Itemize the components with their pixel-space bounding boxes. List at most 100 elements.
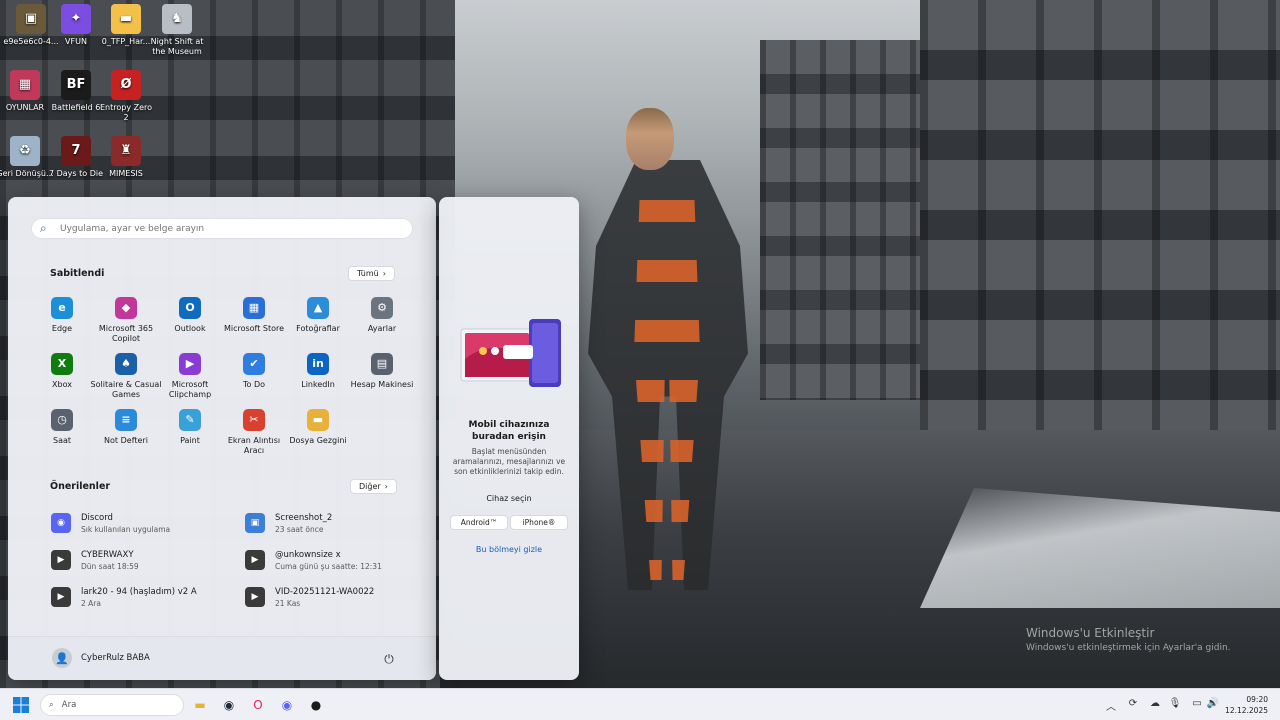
pinned-app[interactable]: ▲ Fotoğraflar	[282, 297, 354, 334]
xbox-icon: X	[51, 353, 73, 375]
video-file-icon: ▶	[51, 550, 71, 570]
start-search-box[interactable]: ⌕	[31, 218, 413, 239]
microphone-icon[interactable]: 🎙	[1168, 698, 1182, 709]
clipchamp-icon: ▶	[179, 353, 201, 375]
winrar-icon: ▦	[10, 70, 40, 100]
iphone-button[interactable]: iPhone®	[510, 515, 568, 530]
pinned-app-label: Not Defteri	[104, 436, 148, 445]
discord-icon: ◉	[51, 513, 71, 533]
pinned-app[interactable]: ▦ Microsoft Store	[218, 297, 290, 334]
pinned-app[interactable]: X Xbox	[26, 353, 98, 390]
github-icon[interactable]: ●	[304, 694, 328, 716]
game-icon: ♞	[162, 4, 192, 34]
calculator-icon: ▤	[371, 353, 393, 375]
recommended-item[interactable]: ▶ @unkownsize x Cuma günü şu saatte: 12:31	[245, 545, 435, 575]
taskbar-search-box[interactable]: ⌕ Ara	[40, 694, 184, 716]
chevron-right-icon: ›	[384, 482, 388, 491]
user-name[interactable]: CyberRulz BABA	[81, 653, 150, 663]
pinned-app-label: Solitaire & Casual Games	[90, 380, 162, 399]
recommended-item[interactable]: ▣ Screenshot_2 23 saat önce	[245, 508, 435, 538]
entropy-icon: Ø	[111, 70, 141, 100]
power-icon[interactable]: ⏻	[380, 650, 398, 668]
more-recommended-button[interactable]: Diğer ›	[350, 479, 397, 494]
pinned-app-label: Microsoft Clipchamp	[168, 380, 212, 399]
start-search-input[interactable]	[60, 223, 400, 234]
folder-icon: ▬	[111, 4, 141, 34]
watermark-title: Windows'u Etkinleştir	[1026, 626, 1155, 640]
recommended-text: @unkownsize x Cuma günü şu saatte: 12:31	[275, 550, 382, 571]
recommended-text: lark20 - 94 (haşladım) v2 A2 Ara	[81, 587, 197, 608]
chevron-right-icon: ›	[382, 269, 386, 278]
pinned-app[interactable]: ≡ Not Defteri	[90, 409, 162, 446]
pinned-app[interactable]: O Outlook	[154, 297, 226, 334]
pinned-app[interactable]: ✂ Ekran Alıntısı Aracı	[218, 409, 290, 456]
snipping-tool-icon: ✂	[243, 409, 265, 431]
recommended-item[interactable]: ▶ CYBERWAXY Dün saat 18:59	[51, 545, 241, 575]
taskbar-clock[interactable]: 09:20 12.12.2025	[1225, 694, 1268, 716]
windows-logo-icon	[13, 697, 29, 713]
pinned-app-label: Fotoğraflar	[296, 324, 340, 333]
notepad-icon: ≡	[115, 409, 137, 431]
pinned-app[interactable]: ▶ Microsoft Clipchamp	[154, 353, 226, 400]
user-avatar[interactable]: 👤	[52, 648, 72, 668]
recommended-name: @unkownsize x	[275, 549, 341, 560]
wallpaper-building-middle	[760, 40, 930, 400]
solitaire-icon: ♠	[115, 353, 137, 375]
hide-panel-link[interactable]: Bu bölmeyi gizle	[439, 545, 579, 554]
pinned-app-label: Outlook	[174, 324, 206, 333]
recommended-text: CYBERWAXY Dün saat 18:59	[81, 550, 139, 571]
pinned-app[interactable]: e Edge	[26, 297, 98, 334]
desktop-icon[interactable]: Ø Entropy Zero 2	[97, 70, 155, 123]
pinned-app[interactable]: ✎ Paint	[154, 409, 226, 446]
recommended-name: VID-20251121-WA0022	[275, 586, 375, 597]
pinned-app[interactable]: in LinkedIn	[282, 353, 354, 390]
file-explorer-icon[interactable]: ▬	[188, 694, 212, 716]
pinned-app-label: Ekran Alıntısı Aracı	[227, 436, 281, 455]
todo-icon: ✔	[243, 353, 265, 375]
pinned-app[interactable]: ▤ Hesap Makinesi	[346, 353, 418, 390]
battlefield-icon: BF	[61, 70, 91, 100]
pinned-app[interactable]: ⚙ Ayarlar	[346, 297, 418, 334]
pinned-app[interactable]: ▬ Dosya Gezgini	[282, 409, 354, 446]
pinned-app[interactable]: ◷ Saat	[26, 409, 98, 446]
pinned-app-label: Microsoft Store	[223, 324, 285, 333]
recommended-text: VID-20251121-WA0022 21 Kas	[275, 587, 374, 608]
onedrive-icon[interactable]: ☁	[1148, 698, 1162, 709]
start-button[interactable]	[9, 694, 33, 716]
pinned-app[interactable]: ♠ Solitaire & Casual Games	[90, 353, 162, 400]
pinned-app-label: Ayarlar	[367, 324, 397, 333]
desktop-icon[interactable]: ▬ 0_TFP_Har...	[97, 4, 155, 47]
taskbar: ⌕ Ara ▬ ◉ O ◉ ● ︿ ⟳ ☁ 🎙 ▭ 🔊 09:20 12.12.2025	[0, 688, 1280, 720]
desktop-icon-label: OYUNLAR	[5, 103, 45, 112]
desktop-icon[interactable]: ♜ MIMESIS	[97, 136, 155, 179]
opera-icon[interactable]: O	[246, 694, 270, 716]
sync-icon[interactable]: ⟳	[1126, 698, 1140, 709]
phone-link-illustration	[460, 319, 561, 387]
pinned-app-label: Microsoft 365 Copilot	[98, 324, 154, 343]
pinned-app-label: Edge	[51, 324, 73, 333]
pinned-app[interactable]: ◆ Microsoft 365 Copilot	[90, 297, 162, 344]
pinned-app-label: To Do	[242, 380, 266, 389]
clock-time: 09:20	[1246, 695, 1268, 704]
steam-icon[interactable]: ◉	[217, 694, 241, 716]
all-apps-button[interactable]: Tümü ›	[348, 266, 395, 281]
phone-link-panel: Mobil cihazınıza buradan erişin Başlat m…	[439, 197, 579, 680]
clock-date: 12.12.2025	[1225, 706, 1268, 715]
recommended-subtitle: Dün saat 18:59	[81, 561, 139, 571]
recommended-item[interactable]: ◉ Discord Sık kullanılan uygulama	[51, 508, 241, 538]
recommended-item[interactable]: ▶ lark20 - 94 (haşladım) v2 A2 Ara	[51, 582, 241, 612]
android-button[interactable]: Android™	[450, 515, 508, 530]
desktop-icon-label: Geri Dönüşü...	[0, 169, 54, 178]
recommended-item[interactable]: ▶ VID-20251121-WA0022 21 Kas	[245, 582, 435, 612]
display-icon[interactable]: ▭	[1190, 698, 1204, 709]
discord-icon[interactable]: ◉	[275, 694, 299, 716]
pinned-app[interactable]: ✔ To Do	[218, 353, 290, 390]
desktop-icon[interactable]: ♞ Night Shift at the Museum	[148, 4, 206, 57]
recommended-name: CYBERWAXY	[81, 549, 134, 560]
all-apps-label: Tümü	[357, 269, 379, 278]
volume-icon[interactable]: 🔊	[1206, 698, 1220, 709]
recommended-subtitle: 2 Ara	[81, 598, 101, 608]
chevron-up-icon[interactable]: ︿	[1104, 698, 1118, 713]
desktop-icon[interactable]: ♻ Geri Dönüşü...	[0, 136, 54, 179]
desktop-icon[interactable]: ▦ OYUNLAR	[0, 70, 54, 113]
